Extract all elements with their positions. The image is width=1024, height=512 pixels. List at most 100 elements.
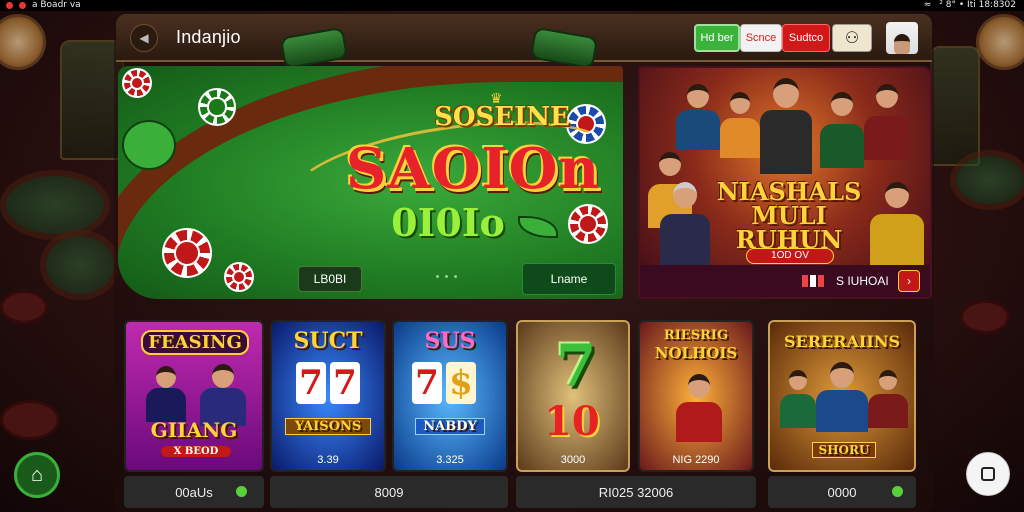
game-card[interactable]: 7 10 3000 bbox=[516, 320, 630, 472]
background-table bbox=[950, 150, 1024, 210]
header-white-button[interactable]: Scnce bbox=[740, 24, 782, 52]
game-card-price: 3000 bbox=[560, 454, 586, 466]
online-status-icon bbox=[892, 486, 903, 497]
user-avatar[interactable] bbox=[886, 22, 918, 54]
game-card-footer-text: 0000 bbox=[827, 484, 857, 500]
background-slot-machine bbox=[930, 46, 980, 166]
app-title: Indanjio bbox=[176, 27, 241, 47]
square-icon bbox=[981, 467, 995, 481]
game-card-subtitle: YAISONS bbox=[285, 418, 371, 435]
side-banner-footer: S IUHOAI › bbox=[640, 265, 930, 297]
poker-chip-icon bbox=[162, 228, 212, 278]
side-banner-action-button[interactable]: › bbox=[898, 270, 920, 292]
home-icon: ⌂ bbox=[30, 463, 44, 486]
game-card-title: SUS bbox=[424, 328, 476, 354]
notification-dot-icon bbox=[19, 2, 26, 9]
game-card[interactable]: FEASING GIIANG X BEOD bbox=[124, 320, 264, 472]
online-status-icon bbox=[236, 486, 247, 497]
background-stool bbox=[0, 400, 60, 440]
notification-dot-icon bbox=[6, 2, 13, 9]
game-card-price: 3.39 bbox=[317, 454, 339, 466]
chevron-right-icon: › bbox=[907, 274, 911, 288]
game-card-footer-text: 8009 bbox=[374, 484, 404, 500]
back-icon: ◀ bbox=[139, 31, 149, 45]
slot-reel-icon: 7 bbox=[412, 362, 442, 404]
flag-icon bbox=[802, 275, 824, 287]
app-header: ◀ Indanjio Hd ber Scnce Sudtco ⚇ bbox=[116, 14, 932, 62]
game-card-subtitle: NABDY bbox=[415, 418, 485, 435]
poker-chip-icon bbox=[224, 262, 254, 292]
background-clock bbox=[0, 14, 46, 70]
game-card[interactable]: SUCT 7 7 YAISONS 3.39 bbox=[270, 320, 386, 472]
game-card-title: 7 bbox=[556, 332, 597, 400]
side-banner-footer-text: S IUHOAI bbox=[836, 274, 889, 288]
leaf-decor-icon bbox=[122, 120, 176, 170]
system-status-bar: a Boadr va ≈ ² 8° • Iti 18:8302 bbox=[0, 0, 1024, 11]
background-clock bbox=[976, 14, 1024, 70]
character-figure bbox=[870, 178, 924, 268]
carousel-dots[interactable] bbox=[436, 275, 457, 278]
home-fab-button[interactable]: ⌂ bbox=[14, 452, 60, 498]
game-card-footer[interactable]: RI025 32006 bbox=[516, 476, 756, 508]
character-figure bbox=[760, 74, 812, 174]
header-green-button[interactable]: Hd ber bbox=[694, 24, 740, 52]
banner-left-button[interactable]: LB0BI bbox=[298, 266, 362, 292]
background-table bbox=[40, 230, 120, 300]
game-cards-panel: FEASING GIIANG X BEOD 00aUs SUCT 7 7 YAI… bbox=[118, 312, 932, 508]
side-banner-title-line2: MULI RUHUN bbox=[735, 201, 843, 254]
background-table bbox=[0, 170, 110, 240]
character-figure bbox=[200, 360, 246, 426]
game-card-title: FEASING bbox=[141, 330, 249, 355]
side-banner-badge[interactable]: 1OD OV bbox=[746, 248, 834, 264]
header-red-button[interactable]: Sudtco bbox=[782, 24, 830, 52]
game-card[interactable]: RIESRIG NOLHOIS NIG 2290 bbox=[638, 320, 754, 472]
game-card-footer-text: 00aUs bbox=[175, 484, 213, 500]
main-promo-banner[interactable]: ♛ SOSEINE SAOIOn 0I0Io LB0BI Lname bbox=[118, 66, 623, 299]
game-card-title: SUCT bbox=[293, 328, 363, 354]
banner-number: 0I0Io bbox=[391, 200, 505, 245]
character-figure bbox=[660, 178, 710, 268]
avatar-head-icon bbox=[894, 34, 910, 54]
game-card-subtitle: GIIANG bbox=[150, 418, 238, 442]
slot-reel-icon: 7 bbox=[296, 362, 326, 404]
game-card[interactable]: SUS 7 $ NABDY 3.325 bbox=[392, 320, 508, 472]
game-card-footer-text: RI025 32006 bbox=[598, 484, 674, 500]
poker-chip-icon bbox=[122, 68, 152, 98]
game-card-footer[interactable]: 8009 bbox=[270, 476, 508, 508]
game-card-price: NIG 2290 bbox=[672, 454, 720, 466]
character-figure bbox=[780, 366, 816, 428]
character-figure bbox=[816, 358, 868, 432]
game-card[interactable]: SERERAIINS SHORU bbox=[768, 320, 916, 472]
banner-right-button[interactable]: Lname bbox=[522, 263, 616, 295]
banner-subtitle: SOSEINE bbox=[434, 102, 570, 132]
background-stool bbox=[960, 300, 1010, 334]
character-figure bbox=[720, 88, 760, 158]
slot-reel-icon: $ bbox=[446, 362, 476, 404]
poker-chip-icon bbox=[568, 204, 608, 244]
banner-title: SAOIOn bbox=[345, 136, 601, 202]
back-button[interactable]: ◀ bbox=[130, 24, 158, 52]
status-left-text: a Boadr va bbox=[32, 0, 81, 10]
game-card-title: SERERAIINS bbox=[783, 332, 901, 351]
slot-reel-icon: 7 bbox=[330, 362, 360, 404]
character-figure bbox=[868, 366, 908, 428]
game-card-title: RIESRIG bbox=[663, 328, 729, 343]
background-stool bbox=[0, 290, 48, 324]
character-figure bbox=[146, 362, 186, 422]
game-card-subtitle: 10 bbox=[544, 398, 600, 445]
character-figure bbox=[676, 370, 722, 442]
poker-chip-icon bbox=[198, 88, 236, 126]
game-card-subtitle: NOLHOIS bbox=[654, 344, 738, 362]
side-promo-banner[interactable]: NIASHALS MULI RUHUN 1OD OV S IUHOAI › bbox=[638, 66, 932, 299]
side-banner-title: NIASHALS MULI RUHUN bbox=[704, 180, 874, 252]
wifi-icon: ≈ bbox=[923, 0, 932, 10]
overview-fab-button[interactable] bbox=[966, 452, 1010, 496]
character-figure bbox=[820, 88, 864, 168]
status-right-text: ² 8° • Iti 18:8302 bbox=[939, 0, 1016, 10]
character-figure bbox=[864, 80, 910, 160]
character-figure bbox=[676, 80, 720, 150]
game-card-tag: X BEOD bbox=[161, 446, 231, 457]
header-settings-button[interactable]: ⚇ bbox=[832, 24, 872, 52]
settings-icon: ⚇ bbox=[844, 30, 860, 47]
game-card-price: 3.325 bbox=[436, 454, 464, 466]
